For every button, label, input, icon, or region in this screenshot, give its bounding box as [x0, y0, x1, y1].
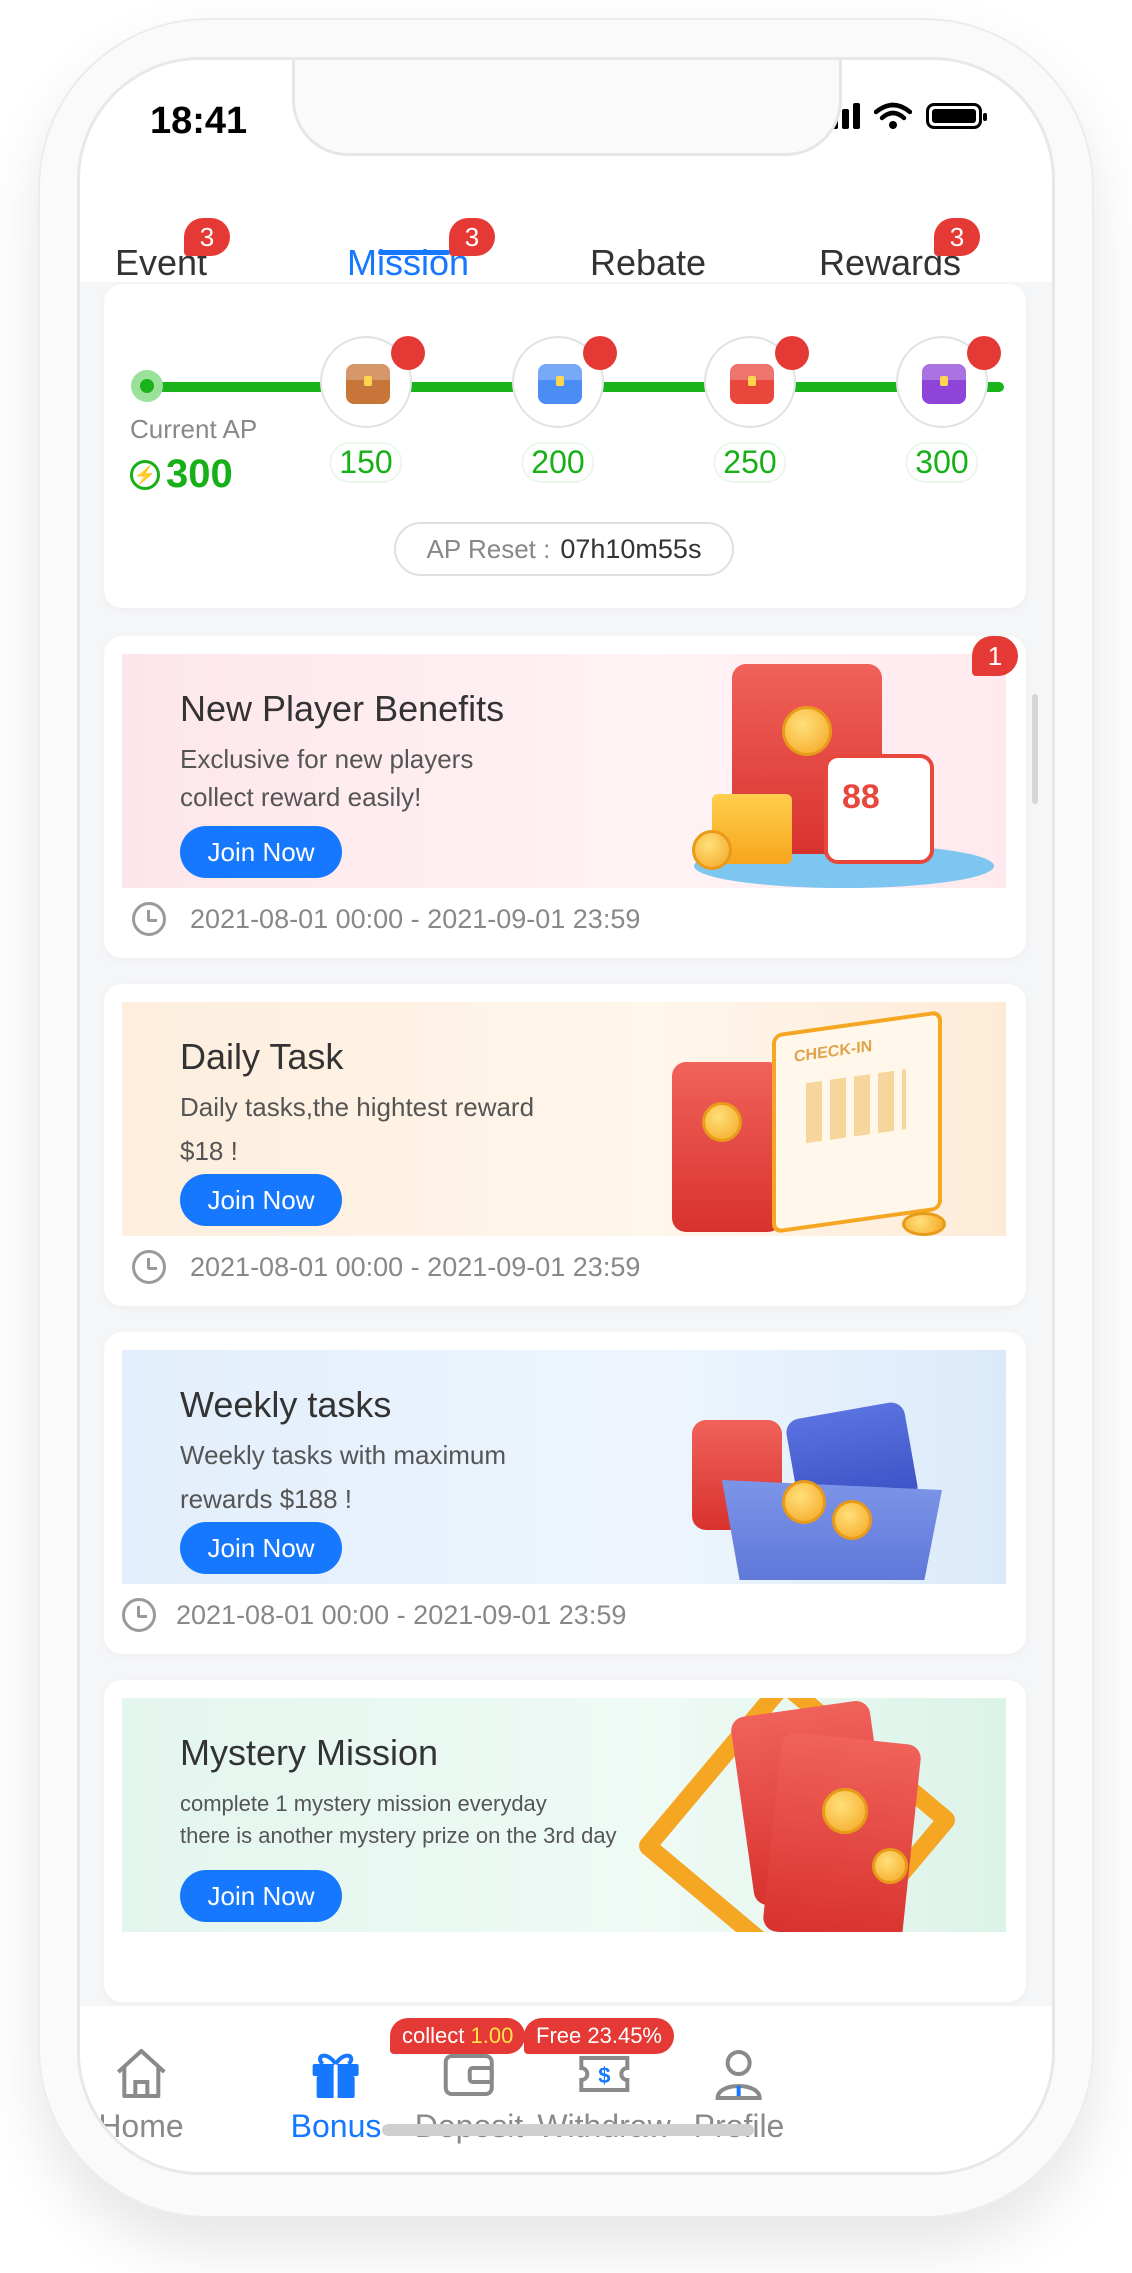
mission-banner: Weekly tasks Weekly tasks with maximum r…: [122, 1350, 1006, 1584]
mystery-envelope-illustration: [634, 1698, 992, 1932]
mission-time: 2021-08-01 00:00 - 2021-09-01 23:59: [122, 1598, 626, 1632]
status-icons: [820, 102, 987, 130]
mission-time: 2021-08-01 00:00 - 2021-09-01 23:59: [132, 1250, 640, 1284]
home-icon: [116, 2049, 166, 2098]
clock-icon: [122, 1598, 156, 1632]
svg-text:$: $: [598, 2063, 610, 2088]
clock-icon: [132, 1250, 166, 1284]
mission-title: Weekly tasks: [180, 1384, 392, 1425]
home-indicator: [382, 2124, 754, 2136]
scrollbar-thumb[interactable]: [1032, 694, 1038, 804]
milestone-250: 250: [715, 444, 785, 481]
bottom-nav: Home Bonus collect 1.00 Deposit Free 23.…: [80, 2006, 1052, 2172]
red-envelope-illustration: 88: [682, 654, 1002, 888]
current-ap-number: 300: [166, 452, 233, 496]
tab-rewards-badge: 3: [934, 218, 980, 256]
tab-rebate[interactable]: Rebate: [590, 242, 706, 284]
join-now-button[interactable]: Join Now: [180, 826, 342, 878]
ap-reset-label: AP Reset :: [426, 533, 551, 564]
bolt-icon: ⚡: [130, 459, 160, 490]
mission-card-mystery: Mystery Mission complete 1 mystery missi…: [104, 1680, 1026, 2002]
user-icon: [715, 2050, 762, 2100]
treasure-chest-icon: [922, 364, 966, 404]
milestone-150: 150: [331, 444, 401, 481]
mission-badge: 1: [972, 636, 1018, 676]
mission-banner: Daily Task Daily tasks,the hightest rewa…: [122, 1002, 1006, 1236]
current-ap-label: Current AP: [130, 414, 258, 444]
nav-home[interactable]: Home: [98, 2046, 184, 2145]
mission-card-weekly-tasks: Weekly tasks Weekly tasks with maximum r…: [104, 1332, 1026, 1654]
join-now-button[interactable]: Join Now: [180, 1522, 342, 1574]
gift-icon: [312, 2053, 359, 2098]
ap-reset-countdown: 07h10m55s: [560, 533, 702, 564]
tab-event-badge: 3: [184, 218, 230, 256]
treasure-chest-icon: [730, 364, 774, 404]
treasure-chest-icon: [346, 364, 390, 404]
join-now-button[interactable]: Join Now: [180, 1870, 342, 1922]
mission-card-daily-task: Daily Task Daily tasks,the hightest rewa…: [104, 984, 1026, 1306]
mission-title: Daily Task: [180, 1036, 344, 1077]
mission-desc: Exclusive for new players collect reward…: [180, 744, 474, 812]
gift-box-illustration: [662, 1350, 1002, 1584]
clock-icon: [132, 902, 166, 936]
mission-title: New Player Benefits: [180, 688, 505, 729]
dollar-ticket-icon: $: [578, 2056, 629, 2092]
mission-title: Mystery Mission: [180, 1732, 439, 1773]
mission-banner: Mystery Mission complete 1 mystery missi…: [122, 1698, 1006, 1932]
join-now-button[interactable]: Join Now: [180, 1174, 342, 1226]
chest-300-dot: [967, 336, 1001, 370]
mission-banner: New Player Benefits Exclusive for new pl…: [122, 654, 1006, 888]
milestone-200: 200: [523, 444, 593, 481]
ap-progress-card: 150 200 250 300 Current AP ⚡ 300 AP Rese…: [104, 284, 1026, 608]
mission-time: 2021-08-01 00:00 - 2021-09-01 23:59: [132, 902, 640, 936]
wallet-icon: [444, 2054, 494, 2096]
mission-card-new-player: New Player Benefits Exclusive for new pl…: [104, 636, 1026, 958]
mission-desc: Weekly tasks with maximum rewards $188 !: [180, 1440, 507, 1514]
current-ap-value: ⚡ 300: [130, 452, 233, 497]
battery-icon: [926, 103, 987, 129]
tab-bar: Event 3 Mission 3 Rebate Rewards 3: [80, 170, 1052, 284]
app-screen: 18:41 Event 3 Mission 3 Rebate Rewards 3: [80, 60, 1052, 2172]
chest-200-dot: [583, 336, 617, 370]
nav-bonus[interactable]: Bonus: [291, 2046, 381, 2145]
ap-reset-pill: AP Reset : 07h10m55s: [394, 522, 734, 576]
status-time: 18:41: [150, 100, 248, 142]
milestone-300: 300: [907, 444, 977, 481]
chest-150-dot: [391, 336, 425, 370]
mission-desc: complete 1 mystery mission everyday ther…: [180, 1791, 617, 1848]
chest-250-dot: [775, 336, 809, 370]
treasure-chest-icon: [538, 364, 582, 404]
ap-start-dot: [131, 370, 163, 402]
notch: [292, 60, 842, 156]
calendar-illustration: CHECK-IN: [662, 1002, 1002, 1236]
tab-active-indicator: [378, 250, 450, 255]
wifi-icon: [874, 102, 912, 129]
tab-mission-badge: 3: [449, 218, 495, 256]
mission-desc: Daily tasks,the hightest reward $18 !: [180, 1092, 535, 1166]
